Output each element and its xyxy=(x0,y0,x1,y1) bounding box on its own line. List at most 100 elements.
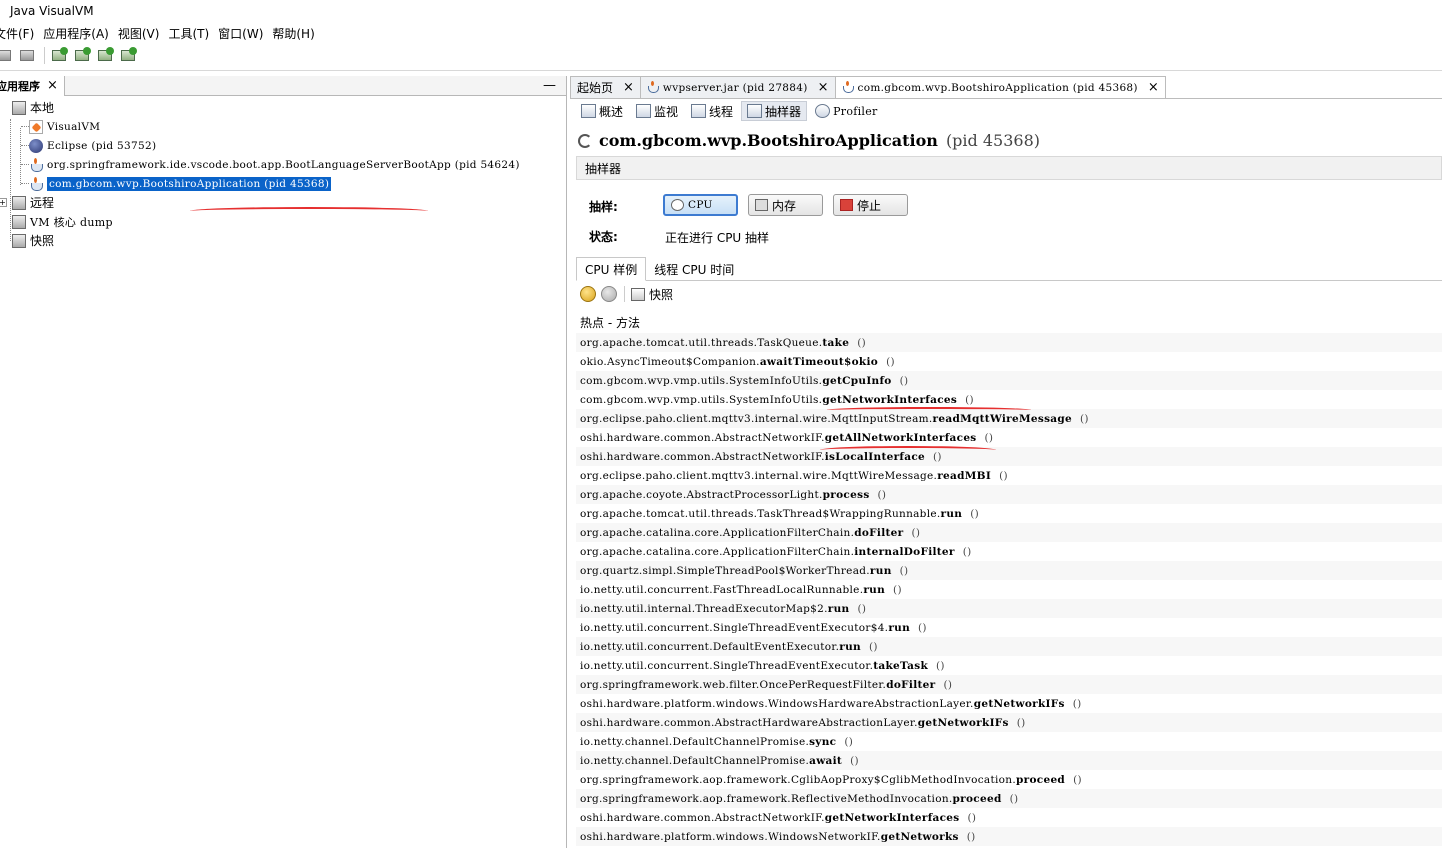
tab-bootshiro-application[interactable]: com.gbcom.wvp.BootshiroApplication (pid … xyxy=(834,76,1166,98)
method-parens: () xyxy=(899,564,909,577)
tab-cpu-samples[interactable]: CPU 样例 xyxy=(576,257,647,281)
method-name: doFilter xyxy=(854,526,904,539)
table-row[interactable]: org.quartz.simpl.SimpleThreadPool$Worker… xyxy=(576,561,1442,580)
monitor-icon xyxy=(636,104,652,118)
page-title: com.gbcom.wvp.BootshiroApplication (pid … xyxy=(578,131,1040,150)
method-name: run xyxy=(839,640,861,653)
method-class-name: com.gbcom.wvp.vmp.utils.SystemInfoUtils. xyxy=(580,374,823,387)
menu-file[interactable]: 文件(F) xyxy=(0,25,34,42)
table-row[interactable]: org.apache.catalina.core.ApplicationFilt… xyxy=(576,523,1442,542)
tab-thread-cpu-time[interactable]: 线程 CPU 时间 xyxy=(646,257,742,281)
table-row[interactable]: oshi.hardware.common.AbstractNetworkIF. g… xyxy=(576,428,1442,447)
method-name: run xyxy=(940,507,963,520)
table-row[interactable]: oshi.hardware.common.AbstractNetworkIF. i… xyxy=(576,447,1442,466)
memory-sample-button[interactable]: 内存 xyxy=(748,194,823,216)
expand-icon[interactable]: + xyxy=(0,198,7,207)
table-row[interactable]: org.apache.tomcat.util.threads.TaskQueue… xyxy=(576,333,1442,352)
stop-sample-button[interactable]: 停止 xyxy=(833,194,908,216)
table-row[interactable]: oshi.hardware.platform.windows.WindowsNe… xyxy=(576,827,1442,846)
close-icon[interactable]: × xyxy=(1148,80,1159,95)
save-icon[interactable] xyxy=(19,47,36,64)
table-row[interactable]: okio.AsyncTimeout$Companion. awaitTimeout… xyxy=(576,352,1442,371)
table-row[interactable]: io.netty.channel.DefaultChannelPromise. s… xyxy=(576,732,1442,751)
table-row[interactable]: io.netty.util.concurrent.SingleThreadEve… xyxy=(576,618,1442,637)
table-row[interactable]: oshi.hardware.common.AbstractNetworkIF. g… xyxy=(576,808,1442,827)
minimize-icon[interactable]: — xyxy=(543,78,556,93)
table-row[interactable]: org.springframework.aop.framework.Reflec… xyxy=(576,789,1442,808)
table-row[interactable]: oshi.hardware.platform.windows.WindowsHa… xyxy=(576,694,1442,713)
table-row[interactable]: io.netty.util.internal.ThreadExecutorMap… xyxy=(576,599,1442,618)
status-value: 正在进行 CPU 抽样 xyxy=(665,231,770,245)
method-name: takeTask xyxy=(873,659,929,672)
menu-window[interactable]: 窗口(W) xyxy=(218,25,263,42)
table-row[interactable]: org.apache.tomcat.util.threads.TaskThrea… xyxy=(576,504,1442,523)
application-pid: (pid 45368) xyxy=(945,131,1041,150)
tab-label: 线程 xyxy=(709,104,734,119)
method-parens: () xyxy=(844,735,854,748)
menu-application[interactable]: 应用程序(A) xyxy=(43,25,109,42)
tree-node-label: 快照 xyxy=(30,234,55,248)
method-class-name: io.netty.util.concurrent.FastThreadLocal… xyxy=(580,583,864,596)
tree-node-snapshots[interactable]: 快照 xyxy=(0,231,54,250)
open-icon[interactable] xyxy=(0,47,13,64)
close-icon[interactable]: × xyxy=(623,80,634,95)
tab-wvpserver[interactable]: wvpserver.jar (pid 27884) × xyxy=(639,76,836,98)
tree-item-eclipse[interactable]: Eclipse (pid 53752) xyxy=(29,136,156,155)
applications-tab[interactable]: 应用程序 × xyxy=(0,75,65,96)
tab-sampler[interactable]: 抽样器 xyxy=(741,101,808,121)
tab-label: 概述 xyxy=(599,104,624,119)
menu-help[interactable]: 帮助(H) xyxy=(272,25,314,42)
toolbar-divider xyxy=(0,70,1442,71)
table-row[interactable]: io.netty.channel.DefaultChannelPromise. a… xyxy=(576,751,1442,770)
method-class-name: io.netty.util.concurrent.SingleThreadEve… xyxy=(580,621,889,634)
add-vm-coredump-icon[interactable] xyxy=(97,47,114,64)
table-row[interactable]: org.springframework.aop.framework.CglibA… xyxy=(576,770,1442,789)
menu-tools[interactable]: 工具(T) xyxy=(168,25,209,42)
tree-node-remote[interactable]: + 远程 xyxy=(0,193,54,212)
tab-overview[interactable]: 概述 xyxy=(576,101,628,121)
method-class-name: io.netty.channel.DefaultChannelPromise. xyxy=(580,735,810,748)
tree-node-vm-core-dump[interactable]: VM 核心 dump xyxy=(0,212,113,231)
tab-threads[interactable]: 线程 xyxy=(686,101,738,121)
method-class-name: org.eclipse.paho.client.mqttv3.internal.… xyxy=(580,469,938,482)
tree-item-boot-language-server[interactable]: org.springframework.ide.vscode.boot.app.… xyxy=(29,155,520,174)
pause-icon[interactable] xyxy=(580,286,596,302)
menu-view[interactable]: 视图(V) xyxy=(118,25,160,42)
table-row[interactable]: io.netty.util.concurrent.DefaultEventExe… xyxy=(576,637,1442,656)
method-name: sync xyxy=(809,735,837,748)
red-annotation-underline xyxy=(190,207,428,215)
cpu-sample-button[interactable]: CPU xyxy=(663,194,738,216)
tree-item-bootshiro-application[interactable]: com.gbcom.wvp.BootshiroApplication (pid … xyxy=(29,174,332,193)
table-row[interactable]: oshi.hardware.common.AbstractHardwareAbs… xyxy=(576,713,1442,732)
method-name: getNetworkInterfaces xyxy=(822,393,958,406)
table-row[interactable]: org.eclipse.paho.client.mqttv3.internal.… xyxy=(576,466,1442,485)
tree-node-local[interactable]: 本地 xyxy=(0,98,54,117)
profiler-icon xyxy=(815,104,831,118)
close-icon[interactable]: × xyxy=(47,78,58,93)
method-parens: () xyxy=(1072,697,1082,710)
stop-icon xyxy=(840,199,853,211)
add-remote-host-icon[interactable] xyxy=(51,47,68,64)
table-row[interactable]: io.netty.util.concurrent.SingleThreadEve… xyxy=(576,656,1442,675)
table-row[interactable]: com.gbcom.wvp.vmp.utils.SystemInfoUtils.… xyxy=(576,371,1442,390)
tab-start-page[interactable]: 起始页 × xyxy=(570,76,641,98)
method-parens: () xyxy=(966,830,976,843)
method-parens: () xyxy=(984,431,994,444)
load-snapshot-icon[interactable] xyxy=(120,47,137,64)
method-class-name: okio.AsyncTimeout$Companion. xyxy=(580,355,760,368)
snapshot-icon[interactable] xyxy=(631,287,645,301)
snapshot-button[interactable]: 快照 xyxy=(649,286,673,303)
table-row[interactable]: org.springframework.web.filter.OncePerRe… xyxy=(576,675,1442,694)
tree-item-visualvm[interactable]: VisualVM xyxy=(29,117,100,136)
table-row[interactable]: org.apache.catalina.core.ApplicationFilt… xyxy=(576,542,1442,561)
visualvm-icon xyxy=(29,119,43,134)
tab-monitor[interactable]: 监视 xyxy=(631,101,683,121)
table-row[interactable]: io.netty.util.concurrent.FastThreadLocal… xyxy=(576,580,1442,599)
refresh-icon[interactable] xyxy=(601,286,617,302)
table-row[interactable]: com.gbcom.wvp.vmp.utils.SystemInfoUtils.… xyxy=(576,390,1442,409)
close-icon[interactable]: × xyxy=(818,80,829,95)
add-jmx-connection-icon[interactable] xyxy=(74,47,91,64)
table-row[interactable]: org.apache.coyote.AbstractProcessorLight… xyxy=(576,485,1442,504)
tab-profiler[interactable]: Profiler xyxy=(810,101,883,121)
cpu-result-tabs: CPU 样例 线程 CPU 时间 xyxy=(576,257,1442,281)
